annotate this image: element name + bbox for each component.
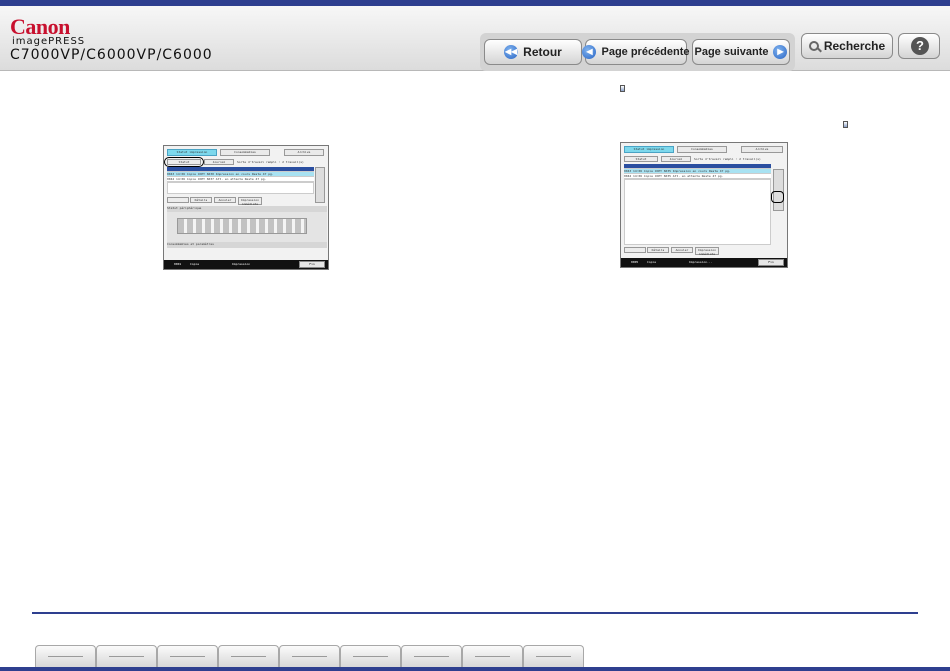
screen-right-scrollbar — [773, 169, 784, 211]
header: Canon imagePRESS C7000VP/C6000VP/C6000 ◀… — [0, 6, 950, 71]
screen-right-journal-button: Journal — [661, 156, 691, 162]
chapter-tab-3[interactable] — [157, 645, 218, 667]
help-button[interactable]: ? — [898, 33, 940, 59]
row-pages: Reste 47 pg. — [244, 177, 267, 181]
page-nav-group: ◀◀ Retour ◀ Page précédente Page suivant… — [480, 33, 795, 71]
screen-right: Statut impression Consommables Archive S… — [620, 142, 788, 268]
footer-divider — [32, 612, 918, 614]
chapter-tab-6[interactable] — [340, 645, 401, 667]
note-scroll-icon — [620, 85, 625, 92]
row-status: Impression en cours — [215, 172, 251, 176]
chapter-tab-5[interactable] — [279, 645, 340, 667]
row-name: COPY 6030 — [197, 172, 214, 176]
screen-left-tab-archive: Archive — [284, 149, 324, 156]
screen-left-spacer-button — [167, 197, 189, 203]
row-pages: Reste 47 pg. — [251, 172, 274, 176]
footer-job-number: 0001 — [174, 262, 182, 266]
screen-right-tab-status: Statut impression — [624, 146, 674, 153]
screen-left-consumables-title: Consommables et paramètres — [167, 242, 327, 248]
footer-mode: Copie — [647, 260, 657, 264]
screen-right-cancel-button: Annuler — [671, 247, 693, 253]
chapter-tab-7[interactable] — [401, 645, 462, 667]
row-type: Copie — [643, 169, 653, 173]
search-button[interactable]: Recherche — [801, 33, 893, 59]
screen-right-list-empty — [624, 179, 771, 245]
screen-left-footer: 0001 Copie Impression Fin — [164, 260, 328, 269]
screen-left-tab-status: Statut impression — [167, 149, 217, 156]
row-number: 0042 14:06 — [167, 177, 186, 181]
arrow-right-icon: ▶ — [773, 45, 788, 59]
arrow-left-icon: ◀ — [582, 45, 597, 59]
row-type: Copie — [643, 174, 653, 178]
row-number: 0042 14:06 — [624, 174, 643, 178]
screen-left-print-now-button: Impression immédiate — [238, 197, 262, 206]
chapter-tab-4[interactable] — [218, 645, 279, 667]
screen-right-info: Sorte d'travail rempli : 2 travail(s) — [694, 157, 761, 161]
back-button[interactable]: ◀◀ Retour — [484, 39, 582, 65]
screen-left-tab-consumables: Consommables — [220, 149, 270, 156]
screen-left-details-button: Détails — [190, 197, 212, 203]
screen-left-scrollbar — [315, 167, 325, 203]
row-pages: Reste 47 pg. — [701, 174, 724, 178]
row-type: Copie — [186, 177, 196, 181]
screen-right-scroll-callout — [771, 191, 784, 203]
screen-right-footer: 0005 Copie Impression... Fin — [621, 258, 787, 267]
next-page-label: Page suivante — [694, 46, 769, 58]
note-scroll-icon-2 — [843, 121, 848, 128]
search-button-label: Recherche — [823, 39, 886, 53]
screen-left-journal-button: Journal — [204, 159, 234, 165]
previous-page-label: Page précédente — [601, 46, 690, 58]
chapter-tab-8[interactable] — [462, 645, 523, 667]
screen-right-spacer-button — [624, 247, 646, 253]
screen-left-cancel-button: Annuler — [214, 197, 236, 203]
row-pages: Reste 47 pg. — [708, 169, 731, 173]
product-line: imagePRESS — [12, 36, 86, 47]
row-name: COPY 6035 — [654, 169, 671, 173]
row-status: Att. en attente — [672, 174, 700, 178]
magnifier-icon — [808, 41, 819, 51]
chapter-tab-1[interactable] — [35, 645, 96, 667]
footer-fin-button: Fin — [299, 261, 325, 268]
screen-left-info: Sorte d'travail rempli : 2 travail(s) — [237, 160, 304, 164]
row-status: Att. en attente — [215, 177, 243, 181]
row-name: COPY 6035 — [654, 174, 671, 178]
footer-status: Impression — [232, 262, 251, 266]
screen-left-status-callout — [164, 157, 204, 167]
bottom-accent-bar — [0, 667, 950, 671]
chapter-tab-2[interactable] — [96, 645, 157, 667]
chapter-tab-9[interactable] — [523, 645, 584, 667]
next-page-button[interactable]: Page suivante ▶ — [692, 39, 790, 65]
footer-status: Impression... — [689, 260, 713, 264]
row-number: 0043 14:06 — [624, 169, 643, 173]
printer-machine-icon — [177, 218, 307, 234]
row-status: Impression en cours — [672, 169, 708, 173]
row-name: COPY 6037 — [197, 177, 214, 181]
question-mark-icon: ? — [911, 37, 929, 55]
row-type: Copie — [186, 172, 196, 176]
model-names: C7000VP/C6000VP/C6000 — [10, 47, 213, 63]
screen-right-details-button: Détails — [647, 247, 669, 253]
footer-fin-button: Fin — [758, 259, 784, 266]
rewind-icon: ◀◀ — [504, 45, 519, 59]
screen-right-tab-archive: Archive — [741, 146, 783, 153]
screen-right-status-button: Statut — [624, 156, 658, 162]
footer-mode: Copie — [190, 262, 200, 266]
footer-job-number: 0005 — [631, 260, 639, 264]
screen-right-print-now-button: Impression immédiate — [695, 247, 719, 256]
screen-left-list-empty — [167, 182, 314, 194]
back-button-label: Retour — [523, 45, 562, 59]
previous-page-button[interactable]: ◀ Page précédente — [582, 39, 690, 65]
screen-right-tab-consumables: Consommables — [677, 146, 727, 153]
screen-left-printer-illustration — [167, 212, 327, 242]
row-number: 0043 14:06 — [167, 172, 186, 176]
